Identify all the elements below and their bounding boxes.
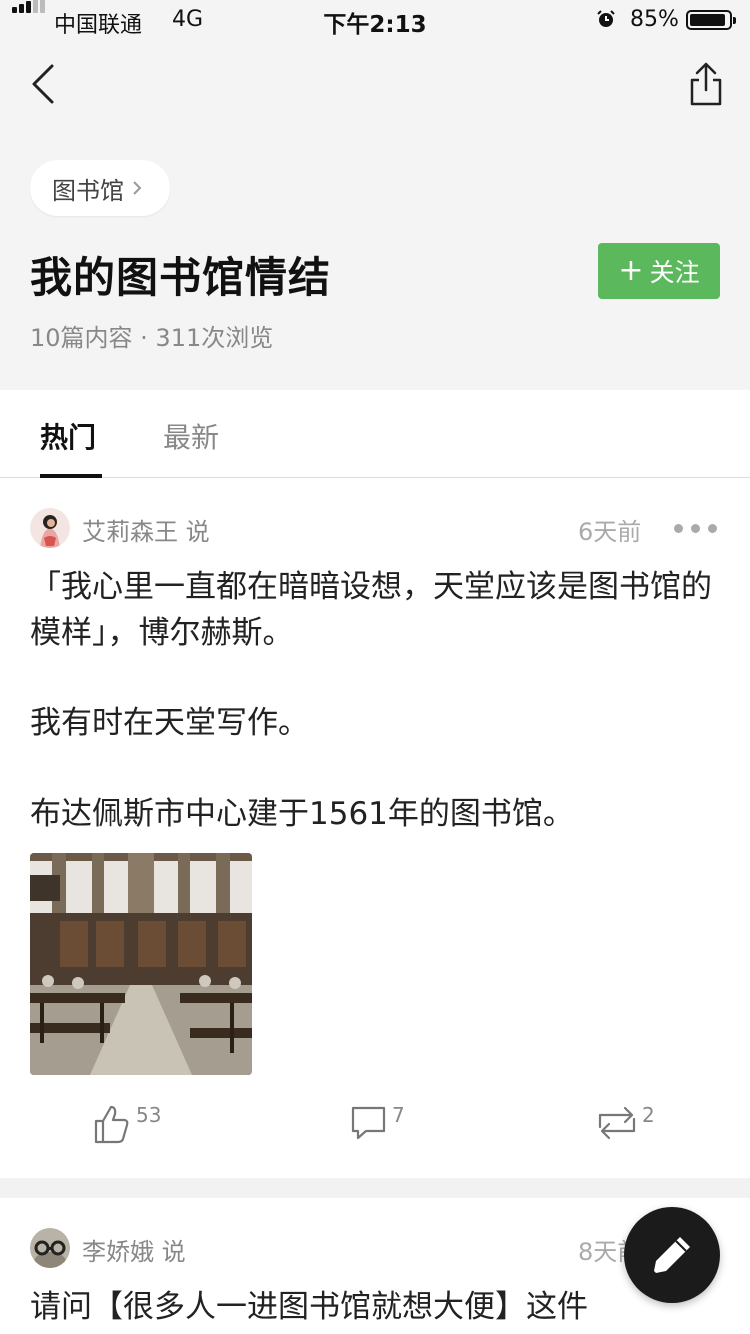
- chevron-left-icon[interactable]: [28, 60, 64, 108]
- avatar[interactable]: [30, 508, 70, 548]
- category-chip[interactable]: 图书馆: [30, 160, 170, 216]
- battery-percent: 85%: [630, 7, 679, 32]
- compose-button[interactable]: [624, 1207, 720, 1303]
- category-chip-label: 图书馆: [52, 176, 124, 205]
- comment-count: 7: [392, 1103, 405, 1127]
- post-paragraph: 我有时在天堂写作。: [30, 705, 309, 741]
- repost-count: 2: [642, 1103, 655, 1127]
- post-author[interactable]: 艾莉森王 说: [82, 512, 210, 547]
- page-title: 我的图书馆情结: [30, 253, 332, 302]
- follow-button-label: 关注: [649, 258, 700, 287]
- plus-icon: +: [618, 253, 644, 288]
- battery-icon: [686, 10, 736, 30]
- post-paragraph: 请问【很多人一进图书馆就想大便】这件: [30, 1289, 588, 1325]
- topic-header: 中国联通 4G 下午2:13 85% 图书馆 我的图书馆情结 + 关注 10篇内…: [0, 0, 750, 390]
- like-button[interactable]: 53: [92, 1103, 172, 1153]
- more-dots-icon[interactable]: [674, 524, 718, 534]
- follow-button[interactable]: + 关注: [598, 243, 720, 299]
- post-time: 6天前: [578, 518, 642, 546]
- pencil-icon: [654, 1237, 690, 1273]
- tab-latest[interactable]: 最新: [163, 416, 219, 456]
- post-paragraph: 「我心里一直都在暗暗设想，天堂应该是图书馆的模样」，博尔赫斯。: [30, 569, 712, 651]
- thumbs-up-icon: [94, 1105, 129, 1144]
- post-divider: [0, 1178, 750, 1198]
- post-photo-library-interior[interactable]: [30, 853, 252, 1075]
- share-icon[interactable]: [686, 60, 726, 108]
- chevron-right-icon: [133, 181, 142, 195]
- comment-button[interactable]: 7: [350, 1103, 420, 1153]
- tab-bar: 热门 最新: [0, 390, 750, 478]
- post-card: 艾莉森王 说 6天前 「我心里一直都在暗暗设想，天堂应该是图书馆的模样」，博尔赫…: [0, 478, 750, 1178]
- topic-stats: 10篇内容 · 311次浏览: [30, 324, 274, 352]
- alarm-icon: [597, 10, 615, 27]
- post-paragraph: 布达佩斯市中心建于1561年的图书馆。: [30, 796, 574, 832]
- avatar[interactable]: [30, 1228, 70, 1268]
- repost-icon: [598, 1106, 636, 1140]
- tab-hot[interactable]: 热门: [40, 416, 96, 456]
- repost-button[interactable]: 2: [594, 1103, 664, 1153]
- status-bar: 中国联通 4G 下午2:13 85%: [0, 0, 750, 40]
- post-author[interactable]: 李娇娥 说: [82, 1232, 186, 1267]
- like-count: 53: [136, 1103, 162, 1127]
- comment-icon: [351, 1106, 386, 1140]
